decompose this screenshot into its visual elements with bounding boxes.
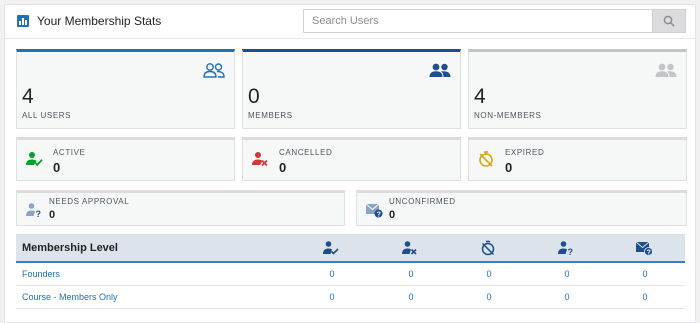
panel-header: Your Membership Stats (5, 5, 695, 39)
membership-level-table: Membership Level ? ? Founders 0 0 0 0 0 … (16, 234, 685, 309)
members-card[interactable]: 0 MEMBERS (242, 49, 461, 129)
active-card[interactable]: ACTIVE 0 (16, 137, 235, 181)
user-check-icon (323, 241, 339, 255)
users-grey-icon (655, 63, 677, 77)
cancelled-count: 0 (279, 160, 287, 175)
user-question-icon: ? (26, 203, 42, 218)
expired-label: EXPIRED (505, 148, 545, 157)
table-row: Founders 0 0 0 0 0 (16, 263, 685, 286)
user-x-icon (252, 152, 268, 167)
active-count: 0 (53, 160, 61, 175)
timer-off-icon (479, 151, 493, 167)
non-members-label: NON-MEMBERS (474, 111, 542, 120)
cancelled-card[interactable]: CANCELLED 0 (242, 137, 461, 181)
members-label: MEMBERS (248, 111, 293, 120)
non-members-card[interactable]: 4 NON-MEMBERS (468, 49, 687, 129)
needs-approval-count: 0 (49, 209, 56, 221)
timer-off-icon (481, 240, 495, 256)
active-label: ACTIVE (53, 148, 86, 157)
all-users-count: 4 (22, 85, 34, 108)
cancelled-cell[interactable]: 0 (401, 269, 421, 279)
unconfirmed-cell[interactable]: 0 (635, 292, 655, 302)
cancelled-label: CANCELLED (279, 148, 333, 157)
expired-card[interactable]: EXPIRED 0 (468, 137, 687, 181)
svg-text:?: ? (568, 247, 574, 256)
needs-approval-label: NEEDS APPROVAL (49, 197, 130, 206)
needs-approval-card[interactable]: ? NEEDS APPROVAL 0 (16, 190, 345, 226)
expired-cell[interactable]: 0 (479, 269, 499, 279)
svg-text:?: ? (647, 249, 651, 256)
needs-approval-cell[interactable]: 0 (557, 269, 577, 279)
search-button[interactable] (652, 9, 686, 33)
bar-chart-icon (17, 15, 29, 27)
non-members-count: 4 (474, 85, 486, 108)
mail-question-icon: ? (365, 203, 383, 218)
all-users-label: ALL USERS (22, 111, 72, 120)
level-link-founders[interactable]: Founders (22, 269, 60, 279)
expired-cell[interactable]: 0 (479, 292, 499, 302)
all-users-card[interactable]: 4 ALL USERS (16, 49, 235, 129)
active-cell[interactable]: 0 (322, 269, 342, 279)
svg-text:?: ? (377, 211, 381, 218)
svg-text:?: ? (36, 209, 42, 218)
members-count: 0 (248, 85, 260, 108)
level-link-course-members-only[interactable]: Course - Members Only (22, 292, 118, 302)
panel-title: Your Membership Stats (37, 14, 162, 28)
unconfirmed-cell[interactable]: 0 (635, 269, 655, 279)
cancelled-cell[interactable]: 0 (401, 292, 421, 302)
users-solid-icon (429, 63, 451, 77)
search-users-input[interactable] (303, 9, 654, 33)
membership-stats-panel: Your Membership Stats 4 ALL USERS 0 MEMB… (4, 4, 696, 323)
search-icon (663, 15, 675, 27)
user-question-icon: ? (558, 241, 574, 256)
table-header: Membership Level ? ? (16, 234, 685, 263)
expired-count: 0 (505, 160, 513, 175)
mail-question-icon: ? (635, 241, 653, 256)
unconfirmed-count: 0 (389, 209, 396, 221)
active-cell[interactable]: 0 (322, 292, 342, 302)
table-row: Course - Members Only 0 0 0 0 0 (16, 286, 685, 309)
membership-level-header: Membership Level (22, 242, 118, 254)
unconfirmed-label: UNCONFIRMED (389, 197, 456, 206)
users-outline-icon (203, 63, 225, 78)
needs-approval-cell[interactable]: 0 (557, 292, 577, 302)
user-check-icon (26, 152, 43, 167)
user-x-icon (402, 241, 417, 255)
unconfirmed-card[interactable]: ? UNCONFIRMED 0 (356, 190, 687, 226)
